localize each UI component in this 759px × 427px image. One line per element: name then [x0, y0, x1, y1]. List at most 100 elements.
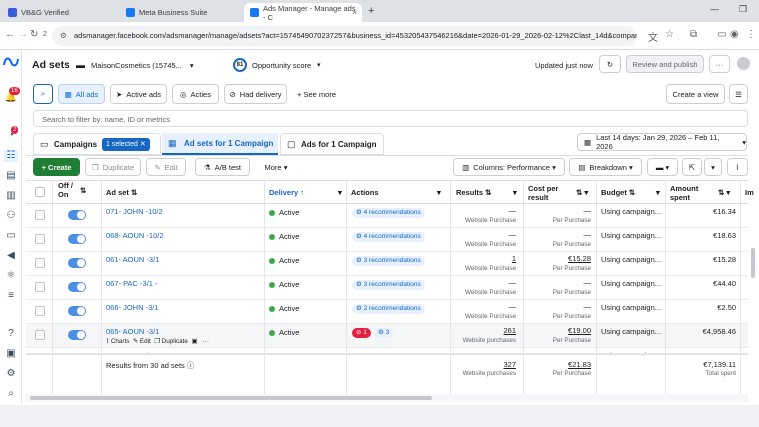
- edit-button[interactable]: ✎ Edit: [146, 158, 186, 176]
- row-checkbox[interactable]: [35, 210, 45, 220]
- pages-icon[interactable]: ▤: [4, 170, 18, 182]
- delivery-toggle[interactable]: [68, 330, 86, 340]
- delivery-toggle[interactable]: [68, 282, 86, 292]
- audiences-icon[interactable]: ⚇: [4, 210, 18, 222]
- adset-name-link[interactable]: 071- JOHN -10/2: [106, 207, 163, 216]
- breakdown-dropdown[interactable]: ▤ Breakdown ▾: [569, 158, 642, 176]
- info-icon[interactable]: ⓘ: [187, 361, 195, 370]
- filter-actions[interactable]: ◎ Acties: [172, 84, 219, 104]
- column-header-amount[interactable]: Amount spent: [670, 184, 700, 202]
- create-view-button[interactable]: Create a view: [666, 84, 725, 104]
- review-publish-button[interactable]: Review and publish: [626, 55, 704, 73]
- column-header-adset[interactable]: Ad set ⇅: [106, 188, 137, 197]
- opportunity-score-badge[interactable]: 81: [233, 58, 247, 72]
- events-icon[interactable]: ⚛: [4, 270, 18, 282]
- export-dropdown[interactable]: ▾: [704, 158, 722, 176]
- row-checkbox[interactable]: [35, 282, 45, 292]
- export-button[interactable]: ⇱: [682, 158, 702, 176]
- column-header-delivery[interactable]: Delivery ↑: [269, 188, 304, 197]
- recommendations-badge[interactable]: ⚙ 4 recommendations: [352, 232, 425, 242]
- profile-icon[interactable]: ◉: [730, 29, 739, 40]
- all-tools-icon[interactable]: ≡: [4, 290, 18, 302]
- site-info-icon[interactable]: ⚙: [60, 26, 67, 46]
- select-all-checkbox[interactable]: [35, 187, 45, 197]
- date-range-picker[interactable]: ▦ Last 14 days: Jan 29, 2026 – Feb 11, 2…: [577, 133, 747, 151]
- sort-icon[interactable]: ⇅: [80, 186, 86, 195]
- table-row[interactable]: 068- AOUN -10/2 Active ⚙ 4 recommendations…: [26, 228, 748, 252]
- delivery-toggle[interactable]: [68, 210, 86, 220]
- column-header-cost[interactable]: Cost per result: [528, 184, 568, 202]
- advertise-icon[interactable]: ◀: [4, 250, 18, 262]
- help-icon[interactable]: ?: [4, 328, 18, 340]
- recommendations-badge[interactable]: ⚙ 3 recommendations: [352, 256, 425, 266]
- recommendations-badge[interactable]: ⚙ 2 recommendations: [352, 304, 425, 314]
- url-input[interactable]: ⚙ adsmanager.facebook.com/adsmanager/man…: [52, 26, 637, 46]
- campaigns-table-icon[interactable]: ☷: [4, 150, 18, 162]
- pin-icon[interactable]: ▣: [191, 338, 197, 345]
- delivery-toggle[interactable]: [68, 258, 86, 268]
- table-row[interactable]: 061- AOUN -3/1 Active ⚙ 3 recommendations 1…: [26, 252, 748, 276]
- tab-ads[interactable]: ▢ Ads for 1 Campaign: [280, 133, 384, 155]
- see-more-link[interactable]: + See more: [297, 90, 336, 99]
- recommendations-badge[interactable]: ⚙ 3 recommendations: [352, 280, 425, 290]
- filter-had-delivery[interactable]: ⊘ Had delivery: [224, 84, 287, 104]
- bookmark-star-icon[interactable]: ☆: [665, 29, 674, 40]
- row-checkbox[interactable]: [35, 234, 45, 244]
- browser-tab[interactable]: Meta Business Suite: [120, 3, 240, 22]
- selected-badge[interactable]: 1 selected ✕: [102, 138, 150, 151]
- search-filter-input[interactable]: Search to filter by: name, ID or metrics: [33, 110, 748, 127]
- create-button[interactable]: + Create: [33, 158, 80, 176]
- horizontal-scrollbar[interactable]: [30, 396, 432, 400]
- chevron-down-icon[interactable]: ▾: [656, 188, 660, 197]
- reload-icon[interactable]: ↻: [30, 29, 38, 40]
- browser-menu-icon[interactable]: ⋮: [746, 29, 756, 40]
- error-badge[interactable]: ⊘ 1: [352, 328, 371, 338]
- chevron-down-icon[interactable]: ▾: [317, 61, 321, 69]
- adset-name-link[interactable]: 061- AOUN -3/1: [106, 255, 159, 264]
- feedback-icon[interactable]: ▣: [4, 348, 18, 360]
- browser-tab-active[interactable]: Ads Manager - Manage ads - C ×: [244, 3, 362, 22]
- search-icon[interactable]: ⌕: [4, 388, 18, 400]
- adset-name-link[interactable]: 067- PAC -3/1 -: [106, 279, 158, 288]
- adset-name-link[interactable]: 066- JOHN -3/1: [106, 303, 159, 312]
- cost-value[interactable]: €19.00: [548, 326, 591, 335]
- maximize-icon[interactable]: ❐: [739, 4, 747, 15]
- ad-account-selector[interactable]: ▬ MaisonCosmetics (15745... ▾: [69, 56, 219, 74]
- cost-value[interactable]: €15.28: [548, 254, 591, 263]
- sidebar-icon[interactable]: ▭: [717, 29, 726, 40]
- minimize-icon[interactable]: —: [710, 4, 719, 14]
- more-options-button[interactable]: ···: [709, 55, 730, 73]
- table-row[interactable]: 067- PAC -3/1 - Active ⚙ 3 recommendations…: [26, 276, 748, 300]
- refresh-button[interactable]: ↻: [599, 55, 621, 73]
- column-header-actions[interactable]: Actions: [351, 188, 379, 197]
- vertical-scrollbar[interactable]: [751, 248, 755, 278]
- opportunity-score-label[interactable]: Opportunity score: [252, 61, 311, 70]
- column-header-off-on[interactable]: Off / On: [58, 181, 80, 199]
- filter-settings-button[interactable]: ☰: [729, 84, 748, 104]
- charts-action[interactable]: ⌇ Charts: [106, 338, 129, 345]
- row-checkbox[interactable]: [35, 330, 45, 340]
- adset-name-link[interactable]: 065- AOUN -3/1: [106, 327, 159, 336]
- charts-button[interactable]: ⌇: [727, 158, 748, 176]
- table-row[interactable]: 065- AOUN -3/1 Active ⊘ 1 ⚙ 3 261 Website pur…: [26, 324, 748, 348]
- clear-selection-icon[interactable]: ✕: [140, 141, 146, 148]
- sort-icon[interactable]: ⇅ ▾: [718, 188, 730, 197]
- adset-name-link[interactable]: 068- AOUN -10/2: [106, 231, 164, 240]
- chevron-down-icon[interactable]: ▾: [437, 188, 441, 197]
- recommendations-badge[interactable]: ⚙ 4 recommendations: [352, 208, 425, 218]
- columns-dropdown[interactable]: ▥ Columns: Performance ▾: [453, 158, 565, 176]
- results-value[interactable]: 261: [470, 326, 516, 335]
- sort-icon[interactable]: ⇅ ▾: [576, 188, 588, 197]
- meta-logo-icon[interactable]: [3, 57, 19, 67]
- row-checkbox[interactable]: [35, 306, 45, 316]
- recommendations-badge[interactable]: ⚙ 3: [374, 328, 394, 338]
- browser-tab[interactable]: VB&G Verified: [2, 3, 117, 22]
- new-tab-button[interactable]: +: [368, 5, 374, 17]
- reports-icon[interactable]: ▥: [4, 190, 18, 202]
- settings-icon[interactable]: ⚙: [4, 368, 18, 380]
- column-header-impressions[interactable]: Im: [745, 188, 754, 197]
- chevron-down-icon[interactable]: ▾: [338, 188, 342, 197]
- delivery-toggle[interactable]: [68, 306, 86, 316]
- results-value[interactable]: 1: [470, 254, 516, 263]
- summary-results[interactable]: 327: [470, 360, 516, 369]
